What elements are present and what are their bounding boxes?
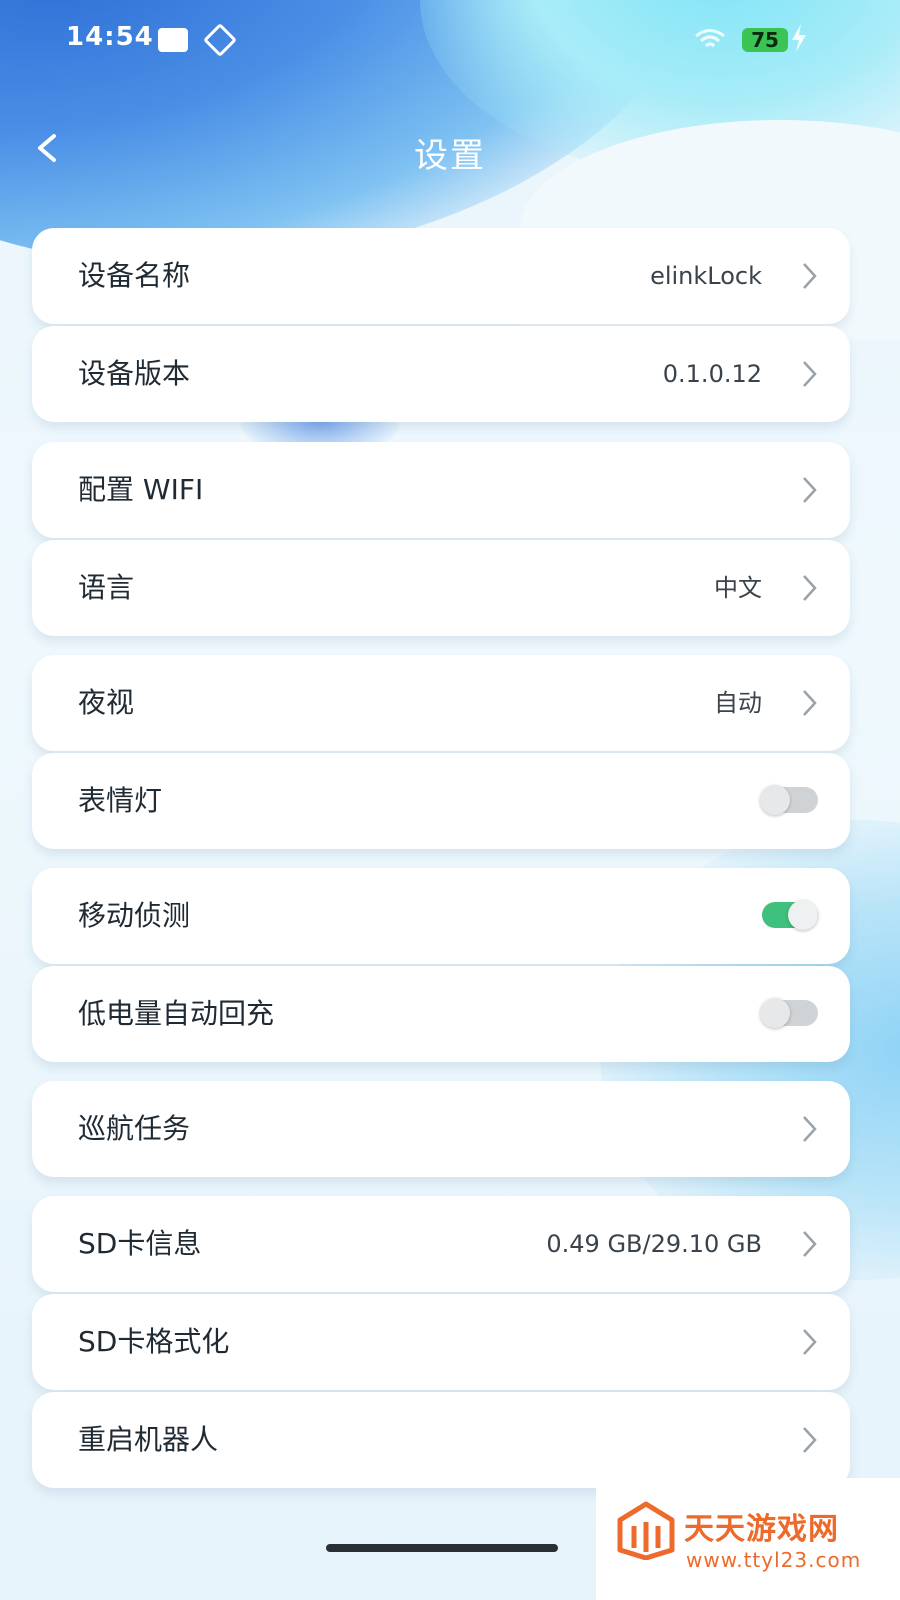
chevron-right-icon	[803, 477, 817, 503]
battery-indicator: 75	[742, 28, 788, 52]
charging-icon	[790, 24, 808, 58]
row-expression-light: 表情灯	[32, 753, 850, 849]
home-indicator[interactable]	[326, 1544, 558, 1552]
expression-light-toggle[interactable]	[760, 785, 818, 815]
watermark-url: www.ttyl23.com	[686, 1548, 862, 1572]
chevron-right-icon	[803, 575, 817, 601]
toggle-knob	[760, 998, 790, 1028]
chevron-right-icon	[803, 1231, 817, 1257]
chevron-right-icon	[803, 1116, 817, 1142]
row-label: 夜视	[78, 686, 135, 719]
watermark-logo-icon	[617, 1501, 675, 1560]
row-device-version[interactable]: 设备版本 0.1.0.12	[32, 326, 850, 422]
row-restart-robot[interactable]: 重启机器人	[32, 1392, 850, 1488]
row-configure-wifi[interactable]: 配置 WIFI	[32, 442, 850, 538]
motion-detection-toggle[interactable]	[762, 900, 818, 930]
row-language[interactable]: 语言 中文	[32, 540, 850, 636]
row-value: 自动	[714, 689, 762, 717]
chevron-right-icon	[803, 1427, 817, 1453]
notification-icon	[158, 28, 188, 52]
row-label: 设备版本	[78, 357, 191, 390]
watermark: 天天游戏网 www.ttyl23.com	[596, 1478, 900, 1600]
row-value: 0.1.0.12	[662, 360, 762, 388]
row-label: 表情灯	[78, 784, 163, 817]
row-sd-card-info[interactable]: SD卡信息 0.49 GB/29.10 GB	[32, 1196, 850, 1292]
chevron-right-icon	[803, 361, 817, 387]
row-value: 0.49 GB/29.10 GB	[546, 1230, 762, 1258]
row-value: elinkLock	[650, 262, 762, 290]
row-label: 巡航任务	[78, 1112, 191, 1145]
header: 设置	[0, 100, 900, 200]
page-title: 设置	[414, 136, 486, 176]
row-label: 设备名称	[78, 259, 191, 292]
row-value: 中文	[714, 574, 762, 602]
row-sd-card-format[interactable]: SD卡格式化	[32, 1294, 850, 1390]
row-cruise-task[interactable]: 巡航任务	[32, 1081, 850, 1177]
status-bar: 14:54 75	[0, 0, 900, 80]
low-battery-recharge-toggle[interactable]	[760, 998, 818, 1028]
row-label: 配置 WIFI	[78, 473, 204, 506]
row-night-vision[interactable]: 夜视 自动	[32, 655, 850, 751]
chevron-right-icon	[803, 690, 817, 716]
row-label: SD卡信息	[78, 1227, 202, 1260]
app-notification-icon	[203, 23, 237, 57]
wifi-icon	[694, 28, 726, 58]
chevron-right-icon	[803, 263, 817, 289]
row-label: 移动侦测	[78, 899, 191, 932]
row-label: 重启机器人	[78, 1423, 219, 1456]
row-low-battery-recharge: 低电量自动回充	[32, 966, 850, 1062]
row-label: 语言	[78, 571, 135, 604]
watermark-name: 天天游戏网	[684, 1512, 839, 1547]
row-label: 低电量自动回充	[78, 997, 275, 1030]
row-device-name[interactable]: 设备名称 elinkLock	[32, 228, 850, 324]
row-label: SD卡格式化	[78, 1325, 230, 1358]
toggle-knob	[760, 785, 790, 815]
row-motion-detection: 移动侦测	[32, 868, 850, 964]
chevron-right-icon	[803, 1329, 817, 1355]
toggle-knob	[788, 900, 818, 930]
status-time: 14:54	[66, 22, 154, 52]
